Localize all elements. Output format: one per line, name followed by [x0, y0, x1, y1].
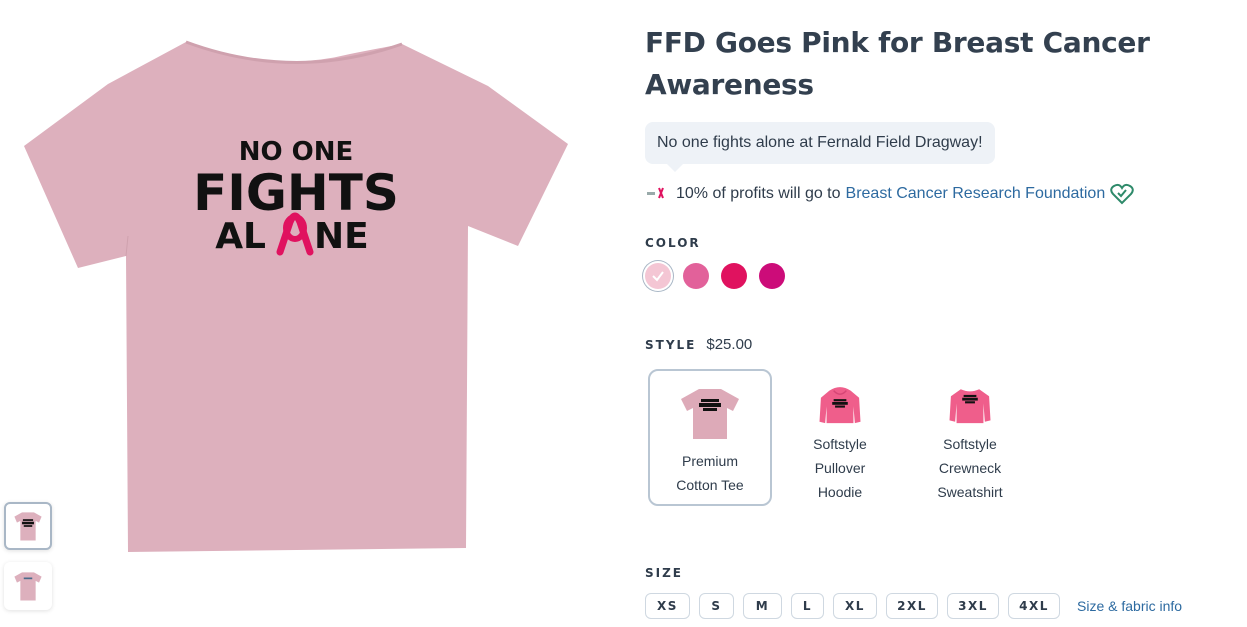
size-options: XS S M L XL 2XL 3XL 4XL Size & fabric in… [645, 593, 1182, 619]
size-fabric-info-link[interactable]: Size & fabric info [1077, 598, 1182, 614]
product-main-image: NO ONE FIGHTS AL NE [24, 40, 568, 552]
size-button-m[interactable]: M [743, 593, 782, 619]
style-option-crewneck-sweatshirt[interactable]: Softstyle Crewneck Sweatshirt [908, 369, 1032, 506]
tshirt-back-thumbnail-icon [14, 572, 42, 601]
sweatshirt-icon [949, 389, 991, 424]
size-button-3xl[interactable]: 3XL [947, 593, 999, 619]
size-button-4xl[interactable]: 4XL [1008, 593, 1060, 619]
artwork-line3-a: AL [215, 216, 266, 257]
style-option-pullover-hoodie[interactable]: Softstyle Pullover Hoodie [778, 369, 902, 506]
size-button-xs[interactable]: XS [645, 593, 690, 619]
check-icon [652, 271, 664, 282]
style-option-name: Premium Cotton Tee [676, 453, 744, 493]
style-label-row: STYLE $25.00 [645, 336, 752, 353]
color-swatch-light-pink[interactable] [645, 263, 671, 289]
color-swatch-fuchsia[interactable] [721, 263, 747, 289]
tshirt-body [24, 42, 568, 552]
size-label: SIZE [645, 566, 684, 580]
size-button-l[interactable]: L [791, 593, 824, 619]
size-button-s[interactable]: S [699, 593, 734, 619]
tshirt-icon [681, 389, 739, 439]
size-button-2xl[interactable]: 2XL [886, 593, 938, 619]
options-panel: COLOR STYLE $25.00 Premium Cotton Tee So… [645, 22, 1225, 622]
size-button-xl[interactable]: XL [833, 593, 877, 619]
color-label: COLOR [645, 236, 701, 250]
thumbnail-back[interactable] [4, 562, 52, 610]
style-price: $25.00 [706, 336, 753, 353]
style-options: Premium Cotton Tee Softstyle Pullover Ho… [648, 369, 1038, 506]
style-option-premium-cotton-tee[interactable]: Premium Cotton Tee [648, 369, 772, 506]
artwork-line3-b: NE [314, 216, 369, 257]
style-label: STYLE [645, 337, 697, 352]
artwork-line1: NO ONE [239, 137, 354, 167]
style-option-name: Softstyle Pullover Hoodie [813, 436, 867, 500]
color-swatches [645, 263, 797, 289]
color-swatch-pink[interactable] [683, 263, 709, 289]
style-option-name: Softstyle Crewneck Sweatshirt [937, 436, 1003, 500]
color-swatch-magenta[interactable] [759, 263, 785, 289]
hoodie-icon [819, 387, 861, 424]
